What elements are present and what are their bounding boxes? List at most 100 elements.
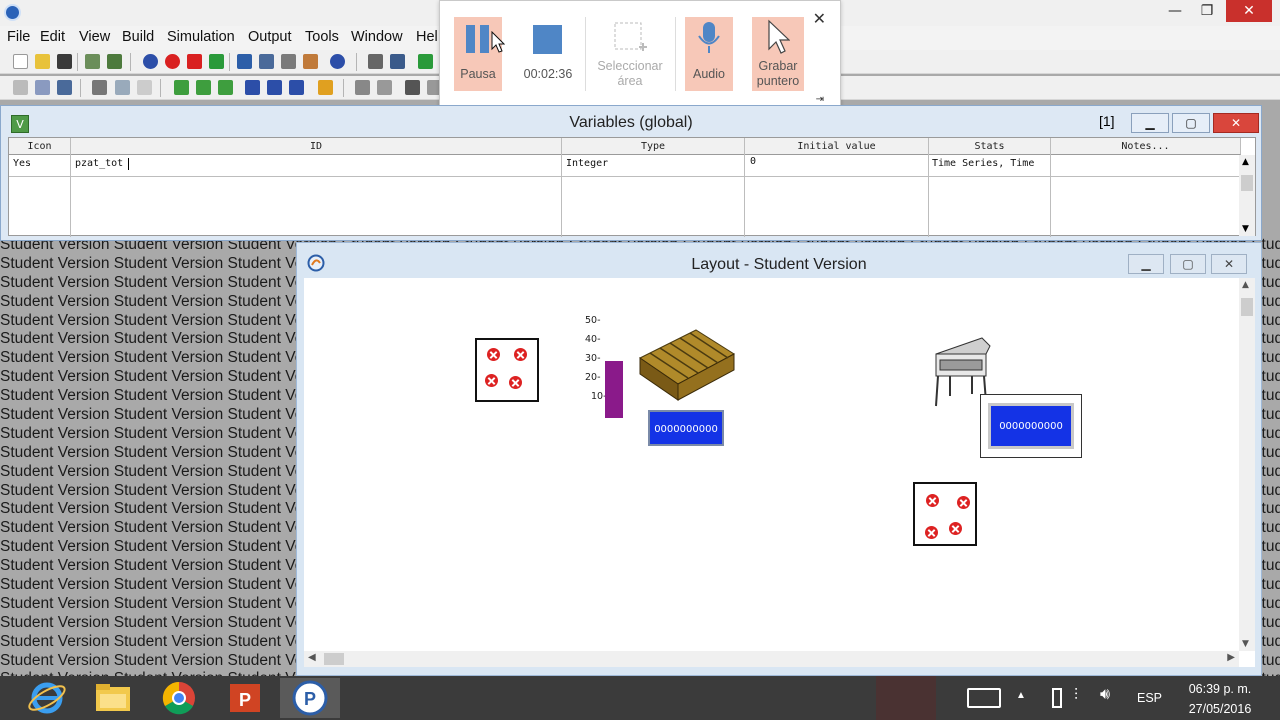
scroll-down-icon[interactable]: ▼ [1242,639,1249,649]
pause-button[interactable]: Pausa [454,17,502,91]
part-icon [957,496,970,509]
build-icon[interactable] [85,54,100,69]
cell-stats[interactable]: Time Series, Time [932,158,1034,169]
picture-icon[interactable] [115,80,130,95]
maximize-button[interactable]: ▢ [1172,113,1210,133]
close-icon[interactable]: ✕ [1226,0,1272,22]
entity-queue-box[interactable] [475,338,539,402]
minimize-icon[interactable]: — [1158,0,1192,22]
menu-edit[interactable]: Edit [40,29,65,45]
maximize-icon[interactable]: ❐ [1190,0,1224,22]
windows-icon[interactable] [390,54,405,69]
clock-time[interactable]: 06:39 p. m. [1180,682,1260,696]
layout-canvas[interactable]: 50- 40- 30- 20- 10- 0000000000 000000000… [304,278,1255,667]
pin-icon[interactable]: ⇥ [816,94,824,105]
u-icon[interactable] [289,80,304,95]
clock-date[interactable]: 27/05/2016 [1180,702,1260,716]
scroll-thumb[interactable] [324,653,344,665]
cell-type[interactable]: Integer [566,158,608,169]
vertical-scrollbar[interactable]: ▲ ▼ [1239,155,1255,236]
variables-icon[interactable] [303,54,318,69]
file-explorer-icon[interactable] [82,678,142,718]
network-icon[interactable]: ⫶ [1074,687,1078,705]
scroll-down-icon[interactable]: ▼ [1242,224,1249,234]
play-icon[interactable] [209,54,224,69]
scroll-up-icon[interactable]: ▲ [1242,157,1249,167]
counter-display[interactable]: 0000000000 [648,410,724,446]
pallet-icon[interactable] [638,328,736,406]
cell-icon[interactable]: Yes [13,158,31,169]
path-icon[interactable] [92,80,107,95]
b-icon[interactable] [318,80,333,95]
build-all-icon[interactable] [107,54,122,69]
menu-view[interactable]: View [79,29,110,45]
add-variable-icon[interactable] [196,80,211,95]
m-icon[interactable] [245,80,260,95]
add-entity-icon[interactable] [174,80,189,95]
minimize-button[interactable]: ▁ [1131,113,1169,133]
keyboard-icon[interactable] [967,688,1001,708]
column-divider [745,138,929,237]
menu-help[interactable]: Hel [416,29,438,45]
vertical-scrollbar[interactable]: ▲ ▼ [1239,278,1255,651]
menu-build[interactable]: Build [122,29,154,45]
menu-tools[interactable]: Tools [305,29,339,45]
stop-recording-button[interactable]: 00:02:36 [520,17,576,91]
minimize-button[interactable]: ▁ [1128,254,1164,274]
menu-simulation[interactable]: Simulation [167,29,235,45]
export-icon[interactable] [405,80,420,95]
menu-output[interactable]: Output [248,29,292,45]
part-icon [949,522,962,535]
copy-icon[interactable] [355,80,370,95]
record-pointer-button[interactable]: Grabar puntero [752,17,804,91]
open-folder-icon[interactable] [35,54,50,69]
stop-icon [533,25,562,54]
scroll-left-icon[interactable]: ◀ [308,652,316,663]
scroll-thumb[interactable] [1241,298,1253,316]
horizontal-scrollbar[interactable]: ◀ ▶ [304,651,1239,667]
paste-icon[interactable] [377,80,392,95]
internet-explorer-icon[interactable] [16,678,76,718]
volume-icon[interactable]: 🔊︎ [1100,686,1110,704]
info-icon[interactable] [330,54,345,69]
zoom-icon[interactable] [137,80,152,95]
cell-initial-value[interactable]: 0 [750,156,756,167]
settings-icon[interactable] [368,54,383,69]
close-button[interactable]: ✕ [1211,254,1247,274]
diamond-icon[interactable] [143,54,158,69]
audio-toggle-button[interactable]: Audio [685,17,733,91]
scroll-up-icon[interactable]: ▲ [1242,280,1249,290]
elements-icon[interactable] [259,54,274,69]
chart-icon[interactable] [35,80,50,95]
maximize-button[interactable]: ▢ [1170,254,1206,274]
save-icon[interactable] [57,54,72,69]
layout-icon[interactable] [237,54,252,69]
s-icon[interactable] [267,80,282,95]
table-icon[interactable] [13,80,28,95]
machine-counter-display[interactable]: 0000000000 [988,403,1074,449]
column-divider [71,138,562,237]
powerpoint-icon[interactable]: P [214,678,274,718]
language-indicator[interactable]: ESP [1137,691,1162,705]
run-icon[interactable] [418,54,433,69]
column-header-notes[interactable]: Notes... [1051,138,1241,155]
resources-icon[interactable] [281,54,296,69]
entity-output-box[interactable] [913,482,977,546]
battery-icon[interactable] [1052,688,1062,708]
chrome-icon[interactable] [148,678,208,718]
add-activity-icon[interactable] [218,80,233,95]
scroll-right-icon[interactable]: ▶ [1227,652,1235,663]
cell-id[interactable]: pzat_tot [75,158,123,169]
menu-file[interactable]: File [7,29,30,45]
report-icon[interactable] [57,80,72,95]
scroll-thumb[interactable] [1241,175,1253,191]
new-file-icon[interactable] [13,54,28,69]
stop-icon[interactable] [165,54,180,69]
simulation-app-icon[interactable]: P [280,678,340,718]
menu-window[interactable]: Window [351,29,403,45]
show-hidden-icons-icon[interactable]: ▲ [1016,690,1026,701]
close-icon[interactable]: ✕ [813,9,826,28]
select-area-button[interactable]: Seleccionar área [594,17,666,91]
rewind-icon[interactable] [187,54,202,69]
close-button[interactable]: ✕ [1213,113,1259,133]
